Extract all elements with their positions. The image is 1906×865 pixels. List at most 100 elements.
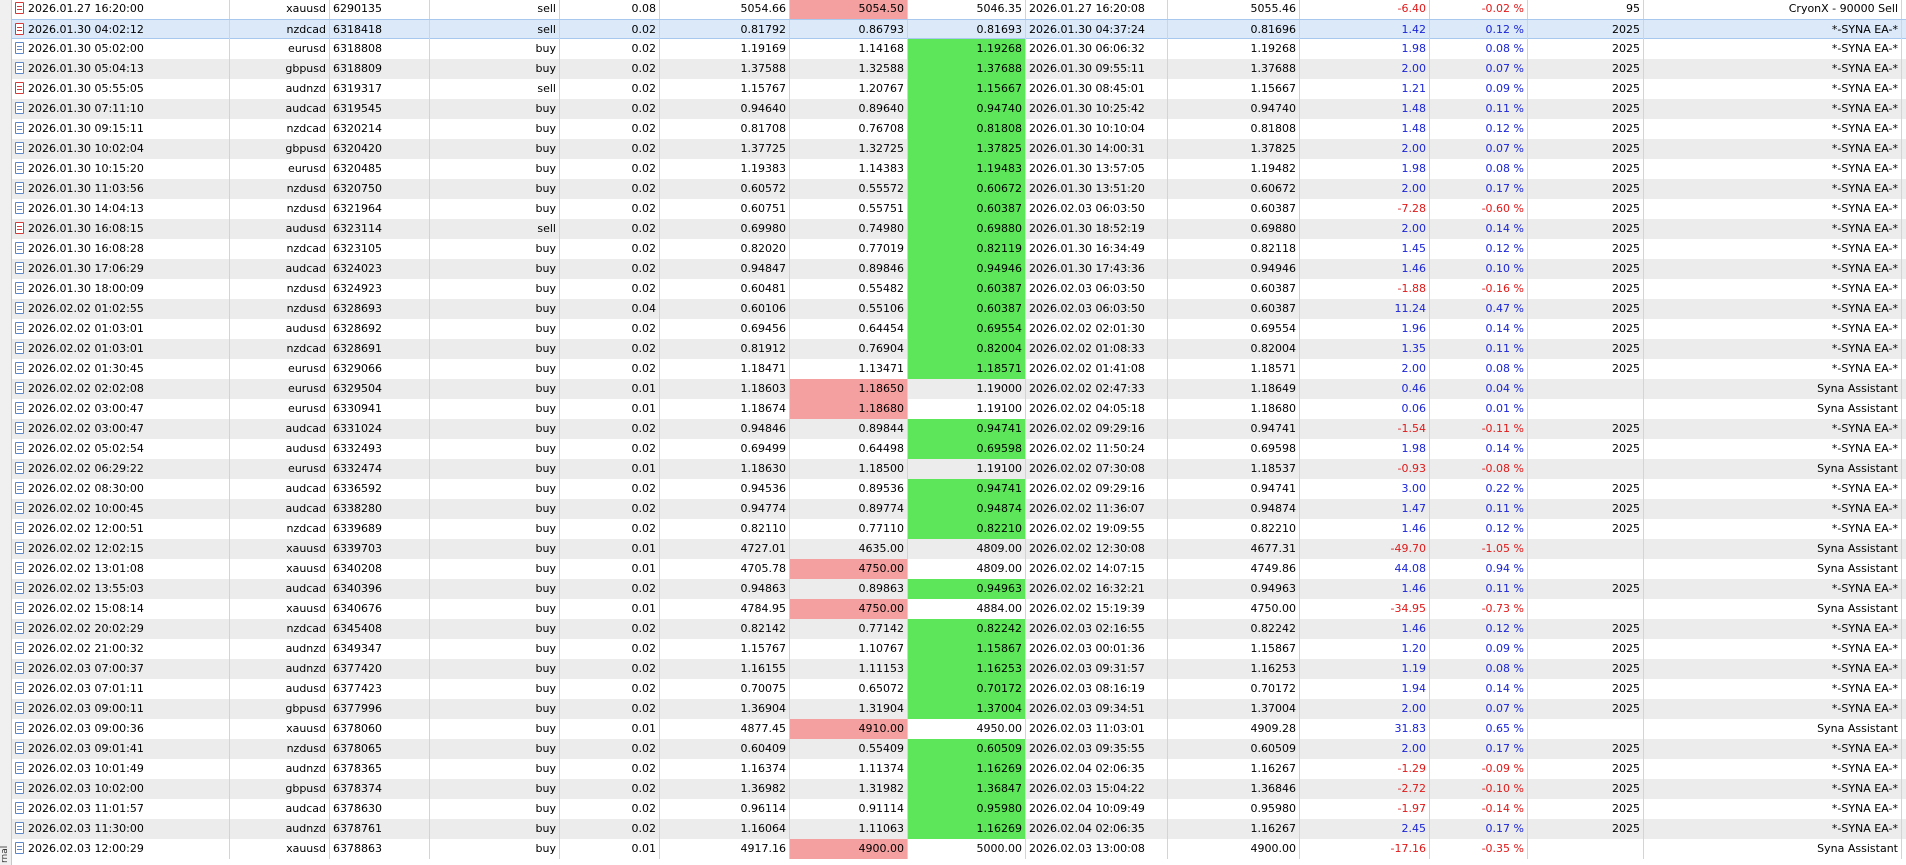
stop-loss-cell: 1.31904 — [790, 699, 908, 719]
table-row[interactable]: 2026.02.03 11:30:00 audnzd 6378761 buy 0.02 1… — [12, 819, 1906, 839]
symbol-cell-text: audcad — [285, 422, 326, 435]
ticket-cell-text: 6378630 — [333, 802, 382, 815]
table-row[interactable]: 2026.02.02 05:02:54 audusd 6332493 buy 0.02 0… — [12, 439, 1906, 459]
table-row[interactable]: 2026.02.03 07:00:37 audnzd 6377420 buy 0.02 1… — [12, 659, 1906, 679]
table-row[interactable]: 2026.01.30 14:04:13 nzdusd 6321964 buy 0.02 0… — [12, 199, 1906, 219]
table-row[interactable]: 2026.02.03 09:00:11 gbpusd 6377996 buy 0.02 1… — [12, 699, 1906, 719]
table-row[interactable]: 2026.02.02 20:02:29 nzdcad 6345408 buy 0.02 0… — [12, 619, 1906, 639]
comment-cell: *-SYNA EA-* — [1644, 199, 1902, 219]
change-cell-text: 0.04 % — [1485, 382, 1524, 395]
table-row[interactable]: 2026.02.02 03:00:47 eurusd 6330941 buy 0.01 1… — [12, 399, 1906, 419]
table-row[interactable]: 2026.02.02 12:02:15 xauusd 6339703 buy 0.01 4… — [12, 539, 1906, 559]
table-row[interactable]: 2026.02.02 10:00:45 audcad 6338280 buy 0.02 0… — [12, 499, 1906, 519]
table-row[interactable]: 2026.01.27 16:20:00 xauusd 6290135 sell 0.08… — [12, 0, 1906, 19]
table-row[interactable]: 2026.02.02 03:00:47 audcad 6331024 buy 0.02 0… — [12, 419, 1906, 439]
stop-loss-cell-text: 0.65072 — [858, 682, 905, 695]
table-row[interactable]: 2026.02.03 09:00:36 xauusd 6378060 buy 0.01 4… — [12, 719, 1906, 739]
change-cell-text: 0.09 % — [1485, 642, 1524, 655]
open-price-cell: 0.69980 — [660, 219, 790, 239]
table-row[interactable]: 2026.02.02 01:02:55 nzdusd 6328693 buy 0.04 0… — [12, 299, 1906, 319]
table-row[interactable]: 2026.02.03 10:02:00 gbpusd 6378374 buy 0.02 1… — [12, 779, 1906, 799]
table-row[interactable]: 2026.02.02 08:30:00 audcad 6336592 buy 0.02 0… — [12, 479, 1906, 499]
close-price-cell: 0.94740 — [1168, 99, 1300, 119]
comment-cell-text: Syna Assistant — [1817, 602, 1898, 615]
open-price-cell-text: 0.82142 — [740, 622, 787, 635]
table-row[interactable]: 2026.02.02 13:55:03 audcad 6340396 buy 0.02 0… — [12, 579, 1906, 599]
open-price-cell: 1.19169 — [660, 39, 790, 59]
profit-cell: 1.48 — [1300, 119, 1430, 139]
close-time-cell-text: 2026.01.30 17:43:36 — [1029, 262, 1145, 275]
symbol-cell: audnzd — [230, 659, 330, 679]
stop-loss-cell-text: 0.89640 — [858, 102, 905, 115]
type-cell: buy — [430, 519, 560, 539]
stop-loss-cell-text: 0.91114 — [858, 802, 905, 815]
open-time-cell-text: 2026.02.02 10:00:45 — [28, 502, 144, 515]
table-row[interactable]: 2026.01.30 16:08:28 nzdcad 6323105 buy 0.02 0… — [12, 239, 1906, 259]
table-row[interactable]: 2026.01.30 07:11:10 audcad 6319545 buy 0.02 0… — [12, 99, 1906, 119]
comment-cell-text: Syna Assistant — [1817, 542, 1898, 555]
table-row[interactable]: 2026.01.30 05:02:00 eurusd 6318808 buy 0.02 1… — [12, 39, 1906, 59]
table-row[interactable]: 2026.02.02 01:03:01 audusd 6328692 buy 0.02 0… — [12, 319, 1906, 339]
table-row[interactable]: 2026.02.02 06:29:22 eurusd 6332474 buy 0.01 1… — [12, 459, 1906, 479]
close-time-cell-text: 2026.02.03 13:00:08 — [1029, 842, 1145, 855]
table-row[interactable]: 2026.01.30 04:02:12 nzdcad 6318418 sell 0.02… — [12, 19, 1906, 40]
table-row[interactable]: 2026.01.30 16:08:15 audusd 6323114 sell 0.02… — [12, 219, 1906, 239]
volume-cell-text: 0.02 — [631, 142, 657, 155]
symbol-cell-text: nzdcad — [286, 522, 327, 535]
table-row[interactable]: 2026.02.02 21:00:32 audnzd 6349347 buy 0.02 1… — [12, 639, 1906, 659]
volume-cell: 0.01 — [560, 839, 660, 859]
table-row[interactable]: 2026.01.30 11:03:56 nzdusd 6320750 buy 0.02 0… — [12, 179, 1906, 199]
table-row[interactable]: 2026.02.03 12:00:29 xauusd 6378863 buy 0.01 4… — [12, 839, 1906, 859]
take-profit-cell-text: 0.95980 — [976, 802, 1023, 815]
symbol-cell-text: audusd — [285, 442, 326, 455]
change-cell-text: 0.10 % — [1485, 262, 1524, 275]
symbol-cell: audnzd — [230, 819, 330, 839]
stop-loss-cell-text: 0.55751 — [858, 202, 905, 215]
symbol-cell-text: eurusd — [288, 162, 326, 175]
table-row[interactable]: 2026.01.30 18:00:09 nzdusd 6324923 buy 0.02 0… — [12, 279, 1906, 299]
table-row[interactable]: 2026.02.02 13:01:08 xauusd 6340208 buy 0.01 4… — [12, 559, 1906, 579]
table-row[interactable]: 2026.02.03 07:01:11 audusd 6377423 buy 0.02 0… — [12, 679, 1906, 699]
profit-cell-text: 44.08 — [1394, 562, 1427, 575]
table-row[interactable]: 2026.02.02 02:02:08 eurusd 6329504 buy 0.01 1… — [12, 379, 1906, 399]
ticket-cell-text: 6323105 — [333, 242, 382, 255]
table-row[interactable]: 2026.02.03 10:01:49 audnzd 6378365 buy 0.02 1… — [12, 759, 1906, 779]
table-row[interactable]: 2026.01.30 10:15:20 eurusd 6320485 buy 0.02 1… — [12, 159, 1906, 179]
table-row[interactable]: 2026.01.30 09:15:11 nzdcad 6320214 buy 0.02 0… — [12, 119, 1906, 139]
table-row[interactable]: 2026.02.03 11:01:57 audcad 6378630 buy 0.02 0… — [12, 799, 1906, 819]
table-row[interactable]: 2026.01.30 05:55:05 audnzd 6319317 sell 0.02… — [12, 79, 1906, 99]
stop-loss-cell: 1.11153 — [790, 659, 908, 679]
take-profit-cell-text: 0.94963 — [976, 582, 1023, 595]
profit-cell-text: -0.93 — [1397, 462, 1426, 475]
table-row[interactable]: 2026.01.30 17:06:29 audcad 6324023 buy 0.02 0… — [12, 259, 1906, 279]
table-row[interactable]: 2026.02.02 12:00:51 nzdcad 6339689 buy 0.02 0… — [12, 519, 1906, 539]
profit-cell-text: 1.98 — [1401, 442, 1427, 455]
magic-cell: 2025 — [1528, 499, 1644, 519]
table-row[interactable]: 2026.02.03 09:01:41 nzdusd 6378065 buy 0.02 0… — [12, 739, 1906, 759]
magic-cell-text: 2025 — [1612, 142, 1640, 155]
close-price-cell-text: 1.37688 — [1250, 62, 1297, 75]
volume-cell: 0.02 — [560, 819, 660, 839]
change-cell-text: 0.08 % — [1485, 662, 1524, 675]
comment-cell: *-SYNA EA-* — [1644, 139, 1902, 159]
stop-loss-cell-text: 0.76904 — [858, 342, 905, 355]
magic-cell-text: 2025 — [1612, 822, 1640, 835]
symbol-cell: audcad — [230, 799, 330, 819]
stop-loss-cell: 0.64498 — [790, 439, 908, 459]
table-row[interactable]: 2026.02.02 01:30:45 eurusd 6329066 buy 0.02 1… — [12, 359, 1906, 379]
table-row[interactable]: 2026.02.02 01:03:01 nzdcad 6328691 buy 0.02 0… — [12, 339, 1906, 359]
table-row[interactable]: 2026.02.02 15:08:14 xauusd 6340676 buy 0.01 4… — [12, 599, 1906, 619]
profit-cell: 1.21 — [1300, 79, 1430, 99]
magic-cell-text: 2025 — [1612, 702, 1640, 715]
table-row[interactable]: 2026.01.30 05:04:13 gbpusd 6318809 buy 0.02 1… — [12, 59, 1906, 79]
type-cell: buy — [430, 819, 560, 839]
stop-loss-cell: 0.74980 — [790, 219, 908, 239]
comment-cell: Syna Assistant — [1644, 839, 1902, 859]
volume-cell-text: 0.02 — [631, 822, 657, 835]
open-price-cell: 4917.16 — [660, 839, 790, 859]
close-time-cell: 2026.02.03 00:01:36 — [1026, 639, 1168, 659]
close-price-cell: 0.94874 — [1168, 499, 1300, 519]
table-row[interactable]: 2026.01.30 10:02:04 gbpusd 6320420 buy 0.02 1… — [12, 139, 1906, 159]
close-time-cell: 2026.01.30 17:43:36 — [1026, 259, 1168, 279]
magic-cell-text: 2025 — [1612, 362, 1640, 375]
